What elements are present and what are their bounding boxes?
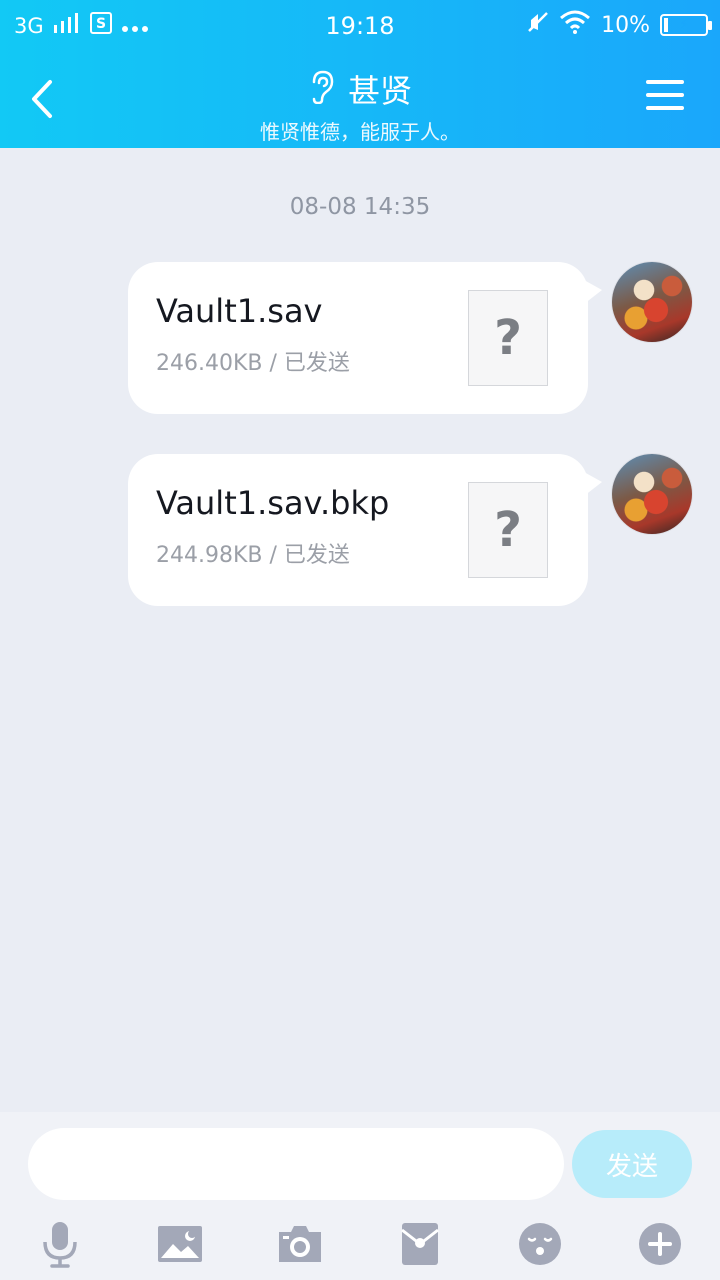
avatar[interactable] (612, 454, 692, 534)
plus-icon[interactable] (632, 1216, 688, 1272)
file-meta: 246.40KB / 已发送 (156, 351, 350, 376)
emoji-icon[interactable] (512, 1216, 568, 1272)
camera-icon[interactable] (272, 1216, 328, 1272)
red-packet-icon[interactable] (392, 1216, 448, 1272)
menu-icon-line (646, 106, 684, 110)
unknown-file-icon: ? (468, 482, 548, 578)
menu-button[interactable] (646, 80, 684, 116)
send-button[interactable]: 发送 (572, 1130, 692, 1198)
image-icon[interactable] (152, 1216, 208, 1272)
message-row: Vault1.sav.bkp 244.98KB / 已发送 ? (0, 454, 720, 606)
message-row: Vault1.sav 246.40KB / 已发送 ? (0, 262, 720, 414)
file-meta: 244.98KB / 已发送 (156, 543, 350, 568)
avatar[interactable] (612, 262, 692, 342)
unknown-file-icon: ? (468, 290, 548, 386)
chat-subtitle: 惟贤惟德，能服于人。 (260, 120, 460, 144)
input-toolbar (0, 1216, 720, 1272)
menu-icon-line (646, 93, 684, 97)
battery-icon: ⚡ (660, 14, 712, 36)
menu-icon-line (646, 80, 684, 84)
status-bar: 3G S 19:18 10% ⚡ (0, 0, 720, 50)
input-area: 发送 (0, 1112, 720, 1280)
chat-title-block: 甚贤 惟贤惟德，能服于人。 (0, 66, 720, 145)
wifi-icon (559, 10, 591, 40)
ear-icon (308, 70, 336, 108)
file-message-bubble[interactable]: Vault1.sav.bkp 244.98KB / 已发送 ? (128, 454, 602, 606)
app-header: 3G S 19:18 10% ⚡ 甚贤 惟贤惟德，能服于人。 (0, 0, 720, 148)
battery-percent: 10% (601, 12, 650, 38)
file-name: Vault1.sav (156, 292, 323, 330)
microphone-icon[interactable] (32, 1216, 88, 1272)
message-timestamp: 08-08 14:35 (289, 194, 431, 220)
file-message-bubble[interactable]: Vault1.sav 246.40KB / 已发送 ? (128, 262, 602, 414)
mute-icon (527, 11, 549, 39)
file-name: Vault1.sav.bkp (156, 484, 390, 522)
message-input[interactable] (28, 1128, 564, 1200)
chat-title[interactable]: 甚贤 (348, 66, 412, 112)
